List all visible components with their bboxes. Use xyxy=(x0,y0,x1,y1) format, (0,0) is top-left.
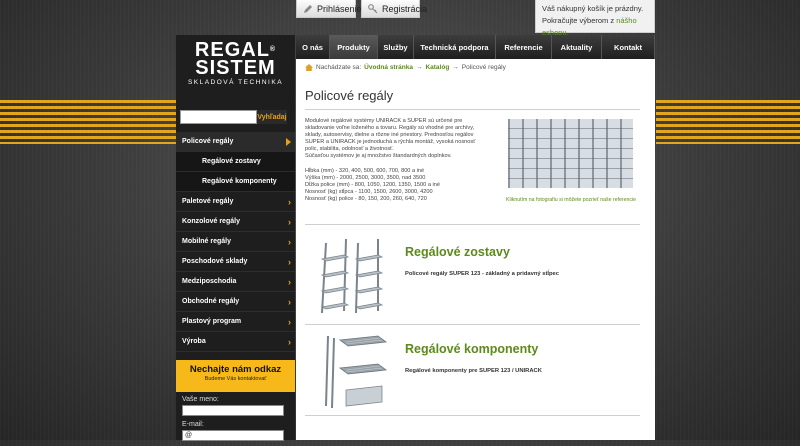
tab-sluzby[interactable]: Služby xyxy=(378,35,414,59)
sidebar-item-policove-regaly[interactable]: Policové regály xyxy=(176,132,295,152)
sidebar-item-obchodne-regaly[interactable]: Obchodné regály › xyxy=(176,292,295,312)
tab-kontakt[interactable]: Kontakt xyxy=(602,35,655,59)
contact-form: Vaše meno: E-mail: @ xyxy=(182,396,290,446)
warehouse-photo[interactable] xyxy=(508,119,633,188)
breadcrumb-home-link[interactable]: Úvodná stránka xyxy=(364,64,413,71)
photo-caption[interactable]: Kliknutím na fotografiu si môžete pozrie… xyxy=(501,197,641,203)
chevron-right-icon: › xyxy=(288,296,291,307)
sidebar: REGAL® SISTEM SKLADOVÁ TECHNIKA Vyhľadaj… xyxy=(176,35,295,441)
divider xyxy=(305,224,640,225)
page-title: Policové regály xyxy=(305,88,394,103)
contact-banner: Nechajte nám odkaz Budeme Vás kontaktova… xyxy=(176,360,295,392)
search-bar: Vyhľadaj xyxy=(180,110,287,124)
divider xyxy=(305,324,640,325)
search-input[interactable] xyxy=(180,110,257,124)
divider xyxy=(305,109,640,110)
cart-hint: Pokračujte výberom z xyxy=(542,16,615,25)
main-content: O nás Produkty Služby Technická podpora … xyxy=(296,35,655,440)
tab-referencie[interactable]: Referencie xyxy=(496,35,552,59)
sidebar-item-medziposchodia[interactable]: Medziposchodia › xyxy=(176,272,295,292)
email-label: E-mail: xyxy=(182,421,204,428)
register-button[interactable]: Registrácia xyxy=(361,0,427,18)
chevron-right-icon: › xyxy=(288,196,291,207)
cart-status: Váš nákupný košík je prázdny. xyxy=(542,4,644,13)
chevron-right-icon: › xyxy=(288,216,291,227)
key-icon xyxy=(368,3,378,14)
sidebar-item-poschodove-sklady[interactable]: Poschodové sklady › xyxy=(176,252,295,272)
triangle-right-icon xyxy=(286,137,291,146)
cart-box: Váš nákupný košík je prázdny. Pokračujte… xyxy=(535,0,655,37)
sidebar-item-regalove-zostavy[interactable]: Regálové zostavy xyxy=(176,152,295,172)
name-label: Vaše meno: xyxy=(182,396,219,403)
product-title[interactable]: Regálové komponenty xyxy=(405,342,538,356)
home-icon xyxy=(305,64,313,71)
chevron-right-icon: › xyxy=(288,336,291,347)
product-title[interactable]: Regálové zostavy xyxy=(405,245,510,259)
shelving-unit-image xyxy=(320,238,384,314)
intro-text: Modulové regálové systémy UNIRACK a SUPE… xyxy=(305,118,476,202)
logo[interactable]: REGAL® SISTEM SKLADOVÁ TECHNIKA xyxy=(176,35,295,105)
breadcrumb-catalog-link[interactable]: Katalóg xyxy=(425,64,449,71)
chevron-right-icon: › xyxy=(288,276,291,287)
breadcrumb-current: Policové regály xyxy=(461,64,506,71)
shelf-components-image xyxy=(325,335,388,409)
email-field[interactable]: @ xyxy=(182,430,284,441)
tab-produkty[interactable]: Produkty xyxy=(330,35,378,59)
product-description: Regálové komponenty pre SUPER 123 / UNIR… xyxy=(405,368,542,374)
decorative-stripes-right xyxy=(656,100,800,144)
search-button[interactable]: Vyhľadaj xyxy=(257,110,287,124)
sidebar-item-konzolove-regaly[interactable]: Konzolové regály › xyxy=(176,212,295,232)
name-field[interactable] xyxy=(182,405,284,416)
chevron-right-icon: › xyxy=(288,236,291,247)
tab-o-nas[interactable]: O nás xyxy=(296,35,330,59)
decorative-stripes-left xyxy=(0,100,176,144)
breadcrumb: Nachádzate sa: Úvodná stránka → Katalóg … xyxy=(305,64,506,71)
tab-aktuality[interactable]: Aktuality xyxy=(552,35,602,59)
divider xyxy=(305,415,640,416)
login-button[interactable]: Prihlásenie xyxy=(296,0,362,18)
sidebar-item-mobilne-regaly[interactable]: Mobilné regály › xyxy=(176,232,295,252)
chevron-right-icon: › xyxy=(288,316,291,327)
chevron-right-icon: › xyxy=(288,256,291,267)
sidebar-menu: Policové regály Regálové zostavy Regálov… xyxy=(176,132,295,352)
sidebar-item-paletove-regaly[interactable]: Paletové regály › xyxy=(176,192,295,212)
tab-technicka-podpora[interactable]: Technická podpora xyxy=(414,35,496,59)
product-description: Policové regály SUPER 123 - základný a p… xyxy=(405,271,560,277)
sidebar-item-vyroba[interactable]: Výroba › xyxy=(176,332,295,352)
sidebar-item-plastovy-program[interactable]: Plastový program › xyxy=(176,312,295,332)
pencil-icon xyxy=(303,4,313,14)
top-nav: O nás Produkty Služby Technická podpora … xyxy=(296,35,655,59)
sidebar-item-regalove-komponenty[interactable]: Regálové komponenty xyxy=(176,172,295,192)
